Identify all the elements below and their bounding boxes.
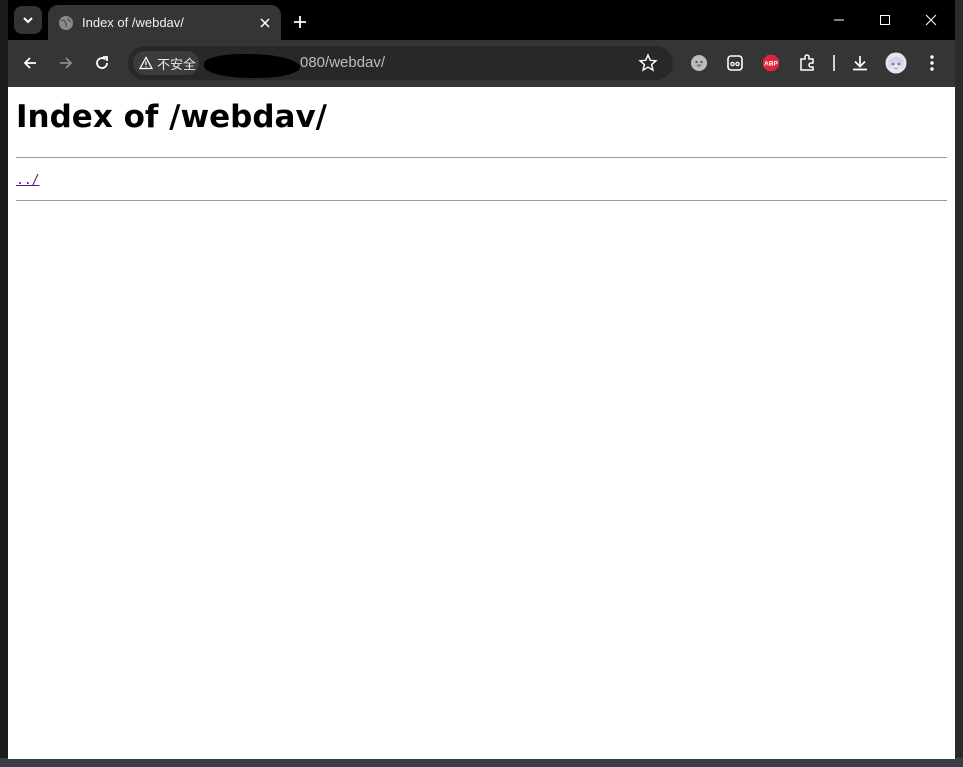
extensions-menu-icon[interactable] [796,52,818,74]
back-button[interactable] [16,49,44,77]
minimize-button[interactable] [816,0,862,40]
minimize-icon [834,19,844,21]
maximize-icon [880,15,890,25]
star-icon[interactable] [638,53,658,73]
tab-active[interactable]: Index of /webdav/ [48,5,281,40]
globe-icon [59,15,73,30]
toolbar-separator [833,55,835,71]
kebab-menu-icon[interactable] [921,52,943,74]
page-content: Index of /webdav/ ../ [8,87,955,759]
arrow-left-icon [23,57,36,69]
close-icon [260,17,270,28]
browser-window: Index of /webdav/ 不安全 080/webdav/ ABP In… [8,0,955,759]
arrow-right-icon [60,57,73,69]
page-title: Index of /webdav/ [16,99,327,135]
maximize-button[interactable] [862,0,908,40]
title-bar: Index of /webdav/ [8,0,955,40]
chevron-down-icon [23,17,33,24]
extension-pig-icon[interactable] [688,52,710,74]
extension-ghost-icon[interactable] [724,52,746,74]
extension-adblock-icon[interactable]: ABP [760,52,782,74]
tab-title: Index of /webdav/ [82,15,184,30]
security-label: 不安全 [157,56,197,72]
close-icon [925,14,937,26]
forward-button[interactable] [52,49,80,77]
plus-icon [294,16,306,28]
reload-icon [96,56,108,69]
close-window-button[interactable] [908,0,954,40]
redacted-host [204,54,300,78]
warning-icon [139,56,153,70]
divider-bottom [16,200,947,201]
divider-top [16,157,947,158]
tab-search-button[interactable] [14,6,42,34]
download-icon[interactable] [849,52,871,74]
address-bar[interactable]: 不安全 080/webdav/ [128,46,673,80]
reload-button[interactable] [88,49,116,77]
profile-avatar-icon[interactable] [885,52,907,74]
security-chip[interactable]: 不安全 [133,51,199,75]
desktop-background [955,0,963,767]
tab-close-button[interactable] [255,13,275,33]
toolbar: 不安全 080/webdav/ ABP [8,40,955,87]
abp-label: ABP [764,61,778,68]
parent-directory-link[interactable]: ../ [16,173,39,188]
url-text: 080/webdav/ [300,54,386,71]
new-tab-button[interactable] [288,10,312,34]
taskbar-strip [0,758,963,767]
